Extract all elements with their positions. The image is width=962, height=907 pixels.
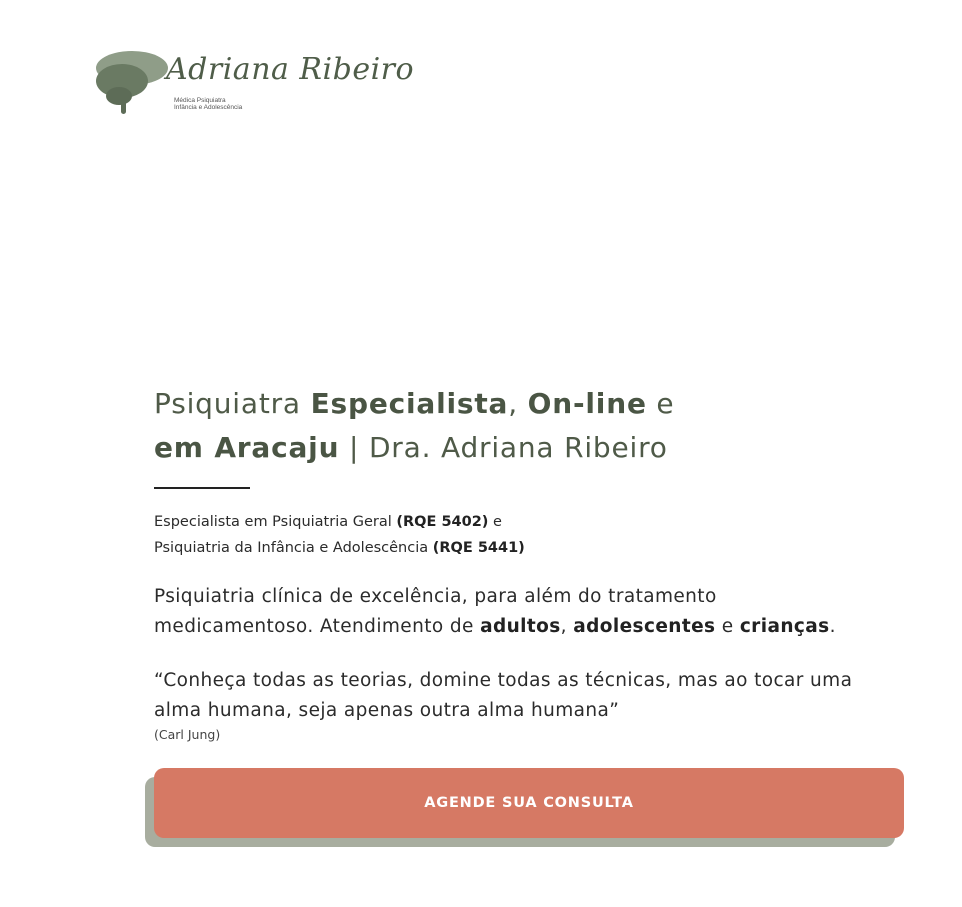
title-text-2: , — [508, 387, 528, 420]
logo-link[interactable]: Adriana Ribeiro Médica Psiquiatra Infânc… — [96, 48, 414, 118]
title-text-1: Psiquiatra — [154, 387, 311, 420]
title-divider — [154, 487, 250, 489]
logo-subtitle: Médica Psiquiatra Infância e Adolescênci… — [174, 97, 242, 111]
intro-sep-1: , — [560, 616, 574, 637]
quote-text: “Conheça todas as teorias, domine todas … — [154, 670, 853, 721]
specialty-child-code: (RQE 5441) — [432, 540, 525, 556]
intro-bold-children: crianças — [739, 616, 830, 637]
intro-bold-adolescents: adolescentes — [573, 616, 716, 637]
specialty-general-code: (RQE 5402) — [396, 514, 489, 530]
hero-section: Psiquiatra Especialista, On-line e em Ara… — [154, 382, 914, 744]
logo-signature: Adriana Ribeiro — [166, 52, 415, 87]
title-bold-aracaju: em Aracaju — [154, 431, 340, 464]
specialty-general-label: Especialista em Psiquiatria Geral — [154, 514, 397, 530]
logo-subtitle-line1: Médica Psiquiatra — [174, 97, 226, 104]
intro-sep-2: e — [715, 616, 740, 637]
specialty-general-suffix: e — [488, 514, 502, 530]
title-text-4: | Dra. Adriana Ribeiro — [339, 431, 668, 464]
title-bold-especialista: Especialista — [310, 387, 509, 420]
quote-author: (Carl Jung) — [154, 727, 221, 742]
specialty-child-label: Psiquiatria da Infância e Adolescência — [154, 540, 433, 556]
title-bold-online: On-line — [527, 387, 647, 420]
page-title: Psiquiatra Especialista, On-line e em Ara… — [154, 382, 914, 470]
intro-paragraph: Psiquiatria clínica de excelência, para … — [154, 582, 874, 642]
title-text-3: e — [646, 387, 675, 420]
specialties-text: Especialista em Psiquiatria Geral (RQE 5… — [154, 509, 914, 561]
schedule-appointment-button[interactable]: AGENDE SUA CONSULTA — [154, 768, 904, 838]
brain-head-icon — [96, 51, 168, 114]
logo-subtitle-line2: Infância e Adolescência — [174, 104, 243, 111]
intro-bold-adults: adultos — [480, 616, 561, 637]
intro-end: . — [829, 616, 836, 637]
